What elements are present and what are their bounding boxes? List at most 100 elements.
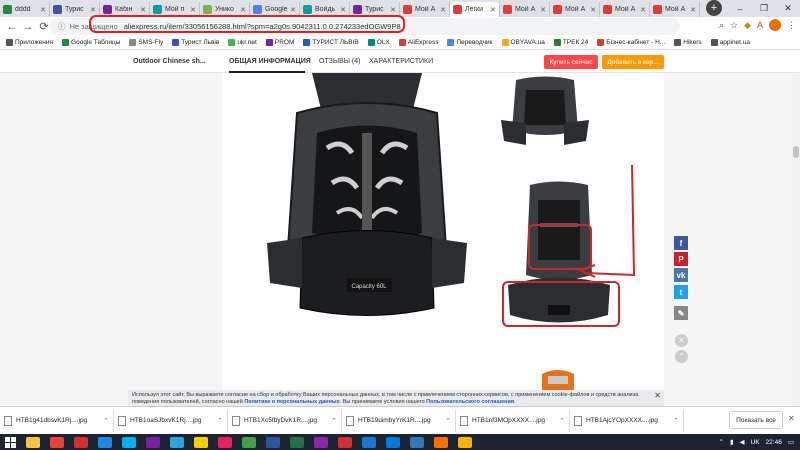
twitter-share-icon[interactable]: t <box>674 285 688 299</box>
user-agreement-link[interactable]: Пользовательского соглашения <box>426 399 514 405</box>
extension-icon[interactable]: ◆ <box>744 20 751 31</box>
edge-taskbar-icon[interactable] <box>410 436 424 448</box>
cookie-close-icon[interactable]: ✕ <box>654 392 661 400</box>
volume-icon[interactable]: ◀ <box>740 438 745 446</box>
browser-tab[interactable]: Мой А ✕ <box>600 2 650 17</box>
buy-now-button[interactable]: Купить сейчас <box>544 55 598 69</box>
chrome-taskbar-icon[interactable] <box>50 436 64 448</box>
tab-reviews[interactable]: ОТЗЫВЫ (4) <box>319 58 360 65</box>
tab-close-icon[interactable]: ✕ <box>190 6 196 14</box>
language-indicator[interactable]: UK <box>751 439 760 446</box>
bookmark-item[interactable]: Переводчик <box>447 39 493 46</box>
ie-taskbar-icon[interactable] <box>98 436 112 448</box>
bookmark-item[interactable]: ukr.net <box>228 39 257 46</box>
download-options-icon[interactable]: ⌃ <box>445 417 451 425</box>
store-taskbar-icon[interactable] <box>386 436 400 448</box>
excel-taskbar-icon[interactable] <box>290 436 304 448</box>
browser-tab[interactable]: Легки ✕ <box>450 2 500 17</box>
bookmark-item[interactable]: PROM <box>265 39 294 46</box>
show-all-downloads-button[interactable]: Показать все <box>729 411 783 429</box>
tab-close-icon[interactable]: ✕ <box>440 6 446 14</box>
page-scrollbar[interactable] <box>792 73 800 406</box>
bookmark-item[interactable]: ТРЕК 24 <box>553 39 588 46</box>
tab-close-icon[interactable]: ✕ <box>640 6 646 14</box>
download-options-icon[interactable]: ⌃ <box>559 417 565 425</box>
word-taskbar-icon[interactable] <box>266 436 280 448</box>
menu-icon[interactable]: ⋮ <box>787 20 796 31</box>
bookmark-item[interactable]: Приложения <box>6 39 53 46</box>
network-icon[interactable]: ▮ <box>730 438 734 446</box>
tab-close-icon[interactable]: ✕ <box>40 6 46 14</box>
telegram-taskbar-icon[interactable] <box>170 436 184 448</box>
yandex-taskbar-icon[interactable] <box>194 436 208 448</box>
scroll-up-icon[interactable]: ⌃ <box>675 350 688 363</box>
tab-close-icon[interactable]: ✕ <box>490 6 496 14</box>
pinterest-share-icon[interactable]: P <box>674 252 688 266</box>
avatar[interactable] <box>769 19 781 31</box>
folder-taskbar-icon[interactable] <box>458 436 472 448</box>
vk-share-icon[interactable]: vk <box>674 268 688 282</box>
tab-specifications[interactable]: ХАРАКТЕРИСТИКИ <box>369 58 433 65</box>
browser-tab[interactable]: Мой А ✕ <box>550 2 600 17</box>
bookmark-item[interactable]: Турист Львів <box>172 39 219 46</box>
bookmark-item[interactable]: SMS-Fly <box>129 39 163 46</box>
tab-general-info[interactable]: ОБЩАЯ ИНФОРМАЦИЯ <box>229 58 311 65</box>
scrollbar-thumb[interactable] <box>793 146 799 158</box>
tab-close-icon[interactable]: ✕ <box>140 6 146 14</box>
aliexpress-ext-icon[interactable]: A <box>757 20 763 30</box>
clock[interactable]: 22:46 <box>766 439 782 446</box>
edit-share-icon[interactable]: ✎ <box>674 306 688 320</box>
close-downloads-icon[interactable]: ✕ <box>788 414 795 423</box>
bookmark-item[interactable]: ТУРИСТ ЛЬВІВ <box>303 39 359 46</box>
download-options-icon[interactable]: ⌃ <box>331 417 337 425</box>
browser-tab[interactable]: Мой А ✕ <box>400 2 450 17</box>
notifications-icon[interactable]: ▭ <box>788 438 794 446</box>
bookmark-item[interactable]: Google Таблицы <box>62 39 120 46</box>
viber-taskbar-icon[interactable] <box>146 436 160 448</box>
tab-close-icon[interactable]: ✕ <box>90 6 96 14</box>
bookmark-item[interactable]: appinet.ua <box>710 39 750 46</box>
mail-taskbar-icon[interactable] <box>362 436 376 448</box>
search-icon[interactable]: ⌕ <box>719 20 724 31</box>
download-item[interactable]: HTB19uimbyYrK1R....jpg ⌃ <box>342 409 456 432</box>
maximize-button[interactable]: ❐ <box>752 3 776 14</box>
minimize-button[interactable]: – <box>728 4 752 14</box>
download-item[interactable]: HTB1g41dbsvK1Rj....jpg ⌃ <box>0 409 114 432</box>
bookmark-item[interactable]: Бізнес-кабінет - Н... <box>597 39 665 46</box>
info-icon[interactable]: ⓘ <box>58 21 66 32</box>
privacy-policy-link[interactable]: Политике о персональных данных <box>244 399 339 405</box>
back-icon[interactable]: ← <box>4 21 20 33</box>
bookmark-item[interactable]: Hikers <box>674 39 702 46</box>
tray-chevron-icon[interactable]: ⌃ <box>719 438 724 446</box>
forward-icon[interactable]: → <box>20 21 36 33</box>
download-options-icon[interactable]: ⌃ <box>673 417 679 425</box>
skype-taskbar-icon[interactable] <box>122 436 136 448</box>
winrar-taskbar-icon[interactable] <box>314 436 328 448</box>
close-window-button[interactable]: ✕ <box>776 3 800 14</box>
tab-close-icon[interactable]: ✕ <box>590 6 596 14</box>
download-options-icon[interactable]: ⌃ <box>103 417 109 425</box>
close-share-icon[interactable]: ✕ <box>675 334 688 347</box>
tab-close-icon[interactable]: ✕ <box>690 6 696 14</box>
download-options-icon[interactable]: ⌃ <box>217 417 223 425</box>
bookmark-item[interactable]: AliExpress <box>398 39 438 46</box>
opera-taskbar-icon[interactable] <box>74 436 88 448</box>
new-tab-button[interactable]: + <box>706 0 722 16</box>
tab-close-icon[interactable]: ✕ <box>540 6 546 14</box>
photos-taskbar-icon[interactable] <box>242 436 256 448</box>
bookmark-item[interactable]: OBYAVA.ua <box>501 39 545 46</box>
tab-close-icon[interactable]: ✕ <box>290 6 296 14</box>
star-icon[interactable]: ☆ <box>730 20 738 31</box>
tab-close-icon[interactable]: ✕ <box>340 6 346 14</box>
facebook-share-icon[interactable]: f <box>674 236 688 250</box>
tab-close-icon[interactable]: ✕ <box>390 6 396 14</box>
windows-start-icon[interactable] <box>5 436 16 448</box>
download-item[interactable]: HTB1oaSJbxvK1Rj....jpg ⌃ <box>114 409 228 432</box>
add-to-cart-button[interactable]: Добавить в кор... <box>602 55 664 69</box>
explorer-taskbar-icon[interactable] <box>26 436 40 448</box>
tab-close-icon[interactable]: ✕ <box>240 6 246 14</box>
paint-taskbar-icon[interactable] <box>218 436 232 448</box>
download-item[interactable]: HTB1nf3MOpXXXX....jpg ⌃ <box>456 409 570 432</box>
download-item[interactable]: HTB1AjcYOpXXXX....jpg ⌃ <box>570 409 684 432</box>
browser-tab[interactable]: Мой А ✕ <box>650 2 700 17</box>
